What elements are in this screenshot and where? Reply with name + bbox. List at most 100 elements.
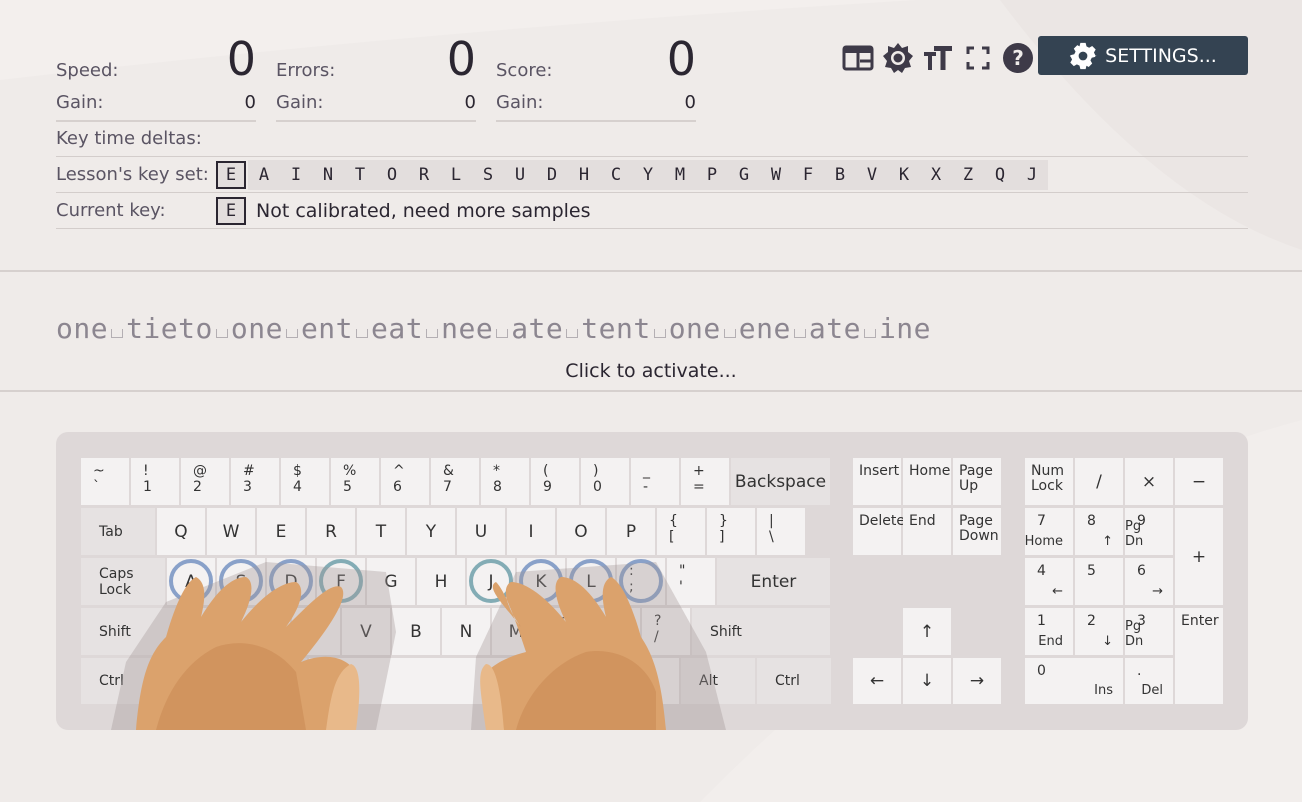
key-5[interactable]: % 5: [331, 458, 379, 505]
key-2[interactable]: @2: [181, 458, 229, 505]
key-x[interactable]: X: [242, 608, 290, 655]
key-`[interactable]: ~ `: [81, 458, 129, 505]
key-num-2[interactable]: 2 ↓: [1075, 608, 1123, 655]
key-label: >: [604, 613, 616, 629]
key-m[interactable]: M: [492, 608, 540, 655]
key-num-5[interactable]: 5: [1075, 558, 1123, 605]
key-u[interactable]: U: [457, 508, 505, 555]
key-ctrl-right[interactable]: Ctrl: [757, 658, 831, 704]
key-i[interactable]: I: [507, 508, 555, 555]
key-label: @: [193, 463, 207, 479]
key-r[interactable]: R: [307, 508, 355, 555]
key-3[interactable]: #3: [231, 458, 279, 505]
key-sym[interactable]: | \: [757, 508, 805, 555]
key-9[interactable]: (9: [531, 458, 579, 505]
key-1[interactable]: ! 1: [131, 458, 179, 505]
key-page-down[interactable]: Page Down: [953, 508, 1001, 555]
key-e[interactable]: E: [257, 508, 305, 555]
errors-label: Errors:: [276, 60, 336, 81]
key-sym[interactable]: ? /: [642, 608, 690, 655]
key-shift-right[interactable]: Shift: [692, 608, 830, 655]
key-o[interactable]: O: [557, 508, 605, 555]
key-t[interactable]: T: [357, 508, 405, 555]
key-num-8[interactable]: 8 ↑: [1075, 508, 1123, 555]
key-4[interactable]: $4: [281, 458, 329, 505]
lesson-word: nee: [441, 312, 494, 345]
key-z[interactable]: Z: [192, 608, 240, 655]
key-label: Home: [1024, 534, 1063, 549]
key-super-left[interactable]: [157, 658, 231, 704]
key-sym[interactable]: " ': [667, 558, 715, 605]
key-num-1[interactable]: 1 End: [1025, 608, 1073, 655]
theme-icon[interactable]: [882, 42, 914, 74]
key-enter[interactable]: Enter: [717, 558, 830, 605]
key-sym[interactable]: >.: [592, 608, 640, 655]
key-h[interactable]: H: [417, 558, 465, 605]
key-alt-right[interactable]: Alt: [681, 658, 755, 704]
lesson-key-f: F: [792, 160, 824, 190]
finger-ring: [319, 559, 363, 603]
key-8[interactable]: * 8: [481, 458, 529, 505]
key-num-0[interactable]: 0 Ins: [1025, 658, 1123, 704]
key-num-6[interactable]: 6 →: [1125, 558, 1173, 605]
key-=[interactable]: + =: [681, 458, 729, 505]
key--[interactable]: _ -: [631, 458, 679, 505]
key-insert[interactable]: Insert: [853, 458, 901, 505]
lesson-text[interactable]: one tieto one ent eat nee ate tent one ene ate ine: [56, 312, 931, 345]
key-g[interactable]: G: [367, 558, 415, 605]
key-c[interactable]: C: [292, 608, 340, 655]
layout-icon[interactable]: [842, 42, 874, 74]
key-v[interactable]: V: [342, 608, 390, 655]
key-arrow-up[interactable]: ↑: [903, 608, 951, 655]
key-arrow-down[interactable]: ↓: [903, 658, 951, 704]
key-num-divide[interactable]: /: [1075, 458, 1123, 505]
key-arrow-left[interactable]: ←: [853, 658, 901, 704]
help-icon[interactable]: ?: [1002, 42, 1034, 74]
key-arrow-right[interactable]: →: [953, 658, 1001, 704]
key-num-enter[interactable]: Enter: [1175, 608, 1223, 704]
key-sym[interactable]: {[: [657, 508, 705, 555]
key-6[interactable]: ^ 6: [381, 458, 429, 505]
key-label: ): [593, 463, 599, 479]
key-delete[interactable]: Delete: [853, 508, 905, 555]
key-backspace[interactable]: Backspace: [731, 458, 830, 505]
key-num-minus[interactable]: −: [1175, 458, 1223, 505]
key-end[interactable]: End: [903, 508, 951, 555]
key-sym[interactable]: }]: [707, 508, 755, 555]
key-num-multiply[interactable]: ×: [1125, 458, 1173, 505]
text-size-icon[interactable]: [922, 42, 954, 74]
key-7[interactable]: & 7: [431, 458, 479, 505]
key-ctrl-left[interactable]: Ctrl: [81, 658, 155, 704]
key-caps-lock[interactable]: Caps Lock: [81, 558, 165, 605]
key-y[interactable]: Y: [407, 508, 455, 555]
key-alt-left[interactable]: [233, 658, 307, 704]
key-p[interactable]: P: [607, 508, 655, 555]
key-num-7[interactable]: 7 Home: [1025, 508, 1073, 555]
key-sym[interactable]: <,: [542, 608, 590, 655]
key-home[interactable]: Home: [903, 458, 951, 505]
key-tab[interactable]: Tab: [81, 508, 155, 555]
key-q[interactable]: Q: [157, 508, 205, 555]
key-num-lock[interactable]: Num Lock: [1025, 458, 1073, 505]
key-n[interactable]: N: [442, 608, 490, 655]
lesson-key-y: Y: [632, 160, 664, 190]
key-label: !: [143, 463, 149, 479]
settings-button[interactable]: SETTINGS...: [1038, 36, 1248, 75]
key-num-dot[interactable]: . Del: [1125, 658, 1173, 704]
key-w[interactable]: W: [207, 508, 255, 555]
key-num-9[interactable]: 9 Pg Dn: [1125, 508, 1173, 555]
key-page-up[interactable]: Page Up: [953, 458, 1001, 505]
key-label: 5: [343, 479, 352, 495]
fullscreen-icon[interactable]: [962, 42, 994, 74]
current-key-status: Not calibrated, need more samples: [256, 200, 591, 222]
key-num-4[interactable]: 4 ←: [1025, 558, 1073, 605]
key-num-3[interactable]: 3 Pg Dn: [1125, 608, 1173, 655]
lesson-word: ene: [738, 312, 791, 345]
key-space[interactable]: [309, 658, 679, 704]
key-label: O: [574, 521, 588, 542]
key-0[interactable]: ) 0: [581, 458, 629, 505]
key-b[interactable]: B: [392, 608, 440, 655]
key-num-plus[interactable]: +: [1175, 508, 1223, 605]
click-to-activate[interactable]: Click to activate...: [0, 360, 1302, 382]
key-shift-left[interactable]: Shift: [81, 608, 190, 655]
